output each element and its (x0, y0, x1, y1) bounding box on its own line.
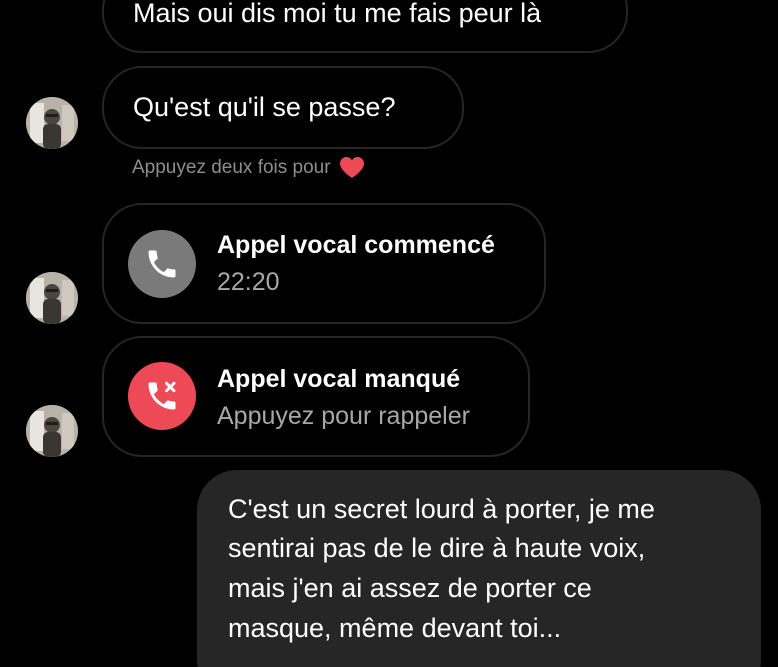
call-missed-title: Appel vocal manqué (217, 365, 461, 393)
double-tap-hint: Appuyez deux fois pour (132, 156, 365, 180)
avatar[interactable] (26, 405, 78, 457)
message-text: Qu'est qu'il se passe? (133, 92, 396, 122)
outgoing-message-line: sentirai pas de le dire à haute voix, (228, 533, 646, 563)
heart-icon (339, 157, 364, 178)
avatar-photo (26, 272, 78, 324)
avatar-photo (26, 405, 78, 457)
avatar[interactable] (26, 272, 78, 324)
hint-text: Appuyez deux fois pour (132, 157, 331, 178)
avatar-photo (26, 97, 78, 149)
outgoing-message-line: mais j'en ai assez de porter ce (228, 573, 592, 603)
call-missed-icon[interactable] (128, 362, 196, 430)
call-started-title: Appel vocal commencé (217, 231, 495, 259)
call-started-time: 22:20 (217, 268, 280, 296)
phone-icon (148, 250, 176, 278)
outgoing-message-line: C'est un secret lourd à porter, je me (228, 494, 655, 524)
message-text: Mais oui dis moi tu me fais peur là (133, 0, 542, 28)
avatar[interactable] (26, 97, 78, 149)
call-missed-subtitle: Appuyez pour rappeler (217, 402, 470, 430)
chat-thread: Mais oui dis moi tu me fais peur là Qu'e… (0, 0, 778, 667)
outgoing-message-line: masque, même devant toi... (228, 613, 562, 643)
call-started-icon (128, 230, 196, 298)
missed-call-icon (148, 381, 176, 410)
